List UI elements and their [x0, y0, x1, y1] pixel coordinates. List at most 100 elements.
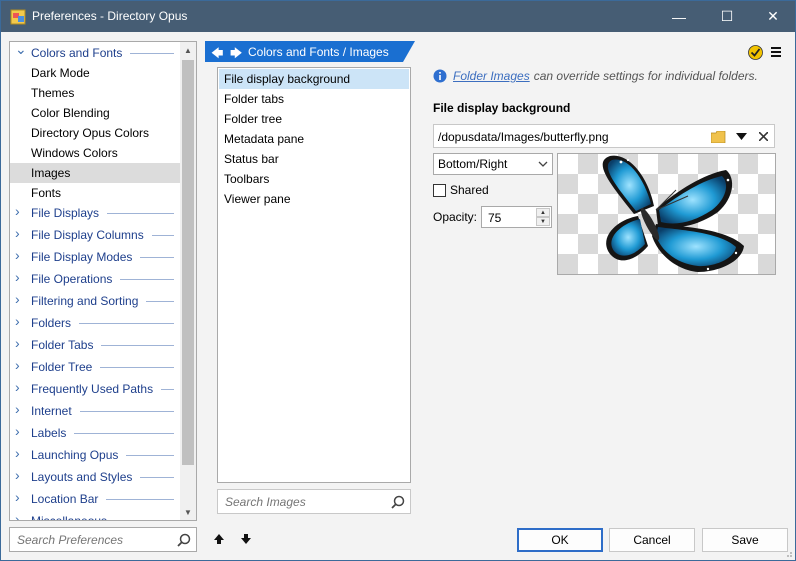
opacity-value[interactable]: 75	[488, 211, 501, 225]
sidebar-item-folder-tree[interactable]: › Folder Tree	[10, 357, 180, 377]
sidebar-item-label: Color Blending	[31, 106, 110, 120]
breadcrumb-path: Colors and Fonts / Images	[248, 45, 389, 59]
sidebar-item-file-displays[interactable]: › File Displays	[10, 203, 180, 223]
folder-images-link[interactable]: Folder Images	[453, 69, 530, 83]
sidebar-item-file-display-columns[interactable]: › File Display Columns	[10, 225, 180, 245]
hamburger-menu-icon[interactable]	[771, 47, 781, 57]
browse-folder-icon[interactable]	[709, 128, 727, 145]
search-preferences-field[interactable]	[9, 527, 197, 552]
chevron-down-icon[interactable]: ⌄	[15, 42, 27, 56]
cancel-button[interactable]: Cancel	[609, 528, 695, 552]
search-preferences-input[interactable]	[17, 532, 167, 548]
list-item[interactable]: Toolbars	[219, 169, 409, 189]
chevron-right-icon[interactable]: ›	[15, 226, 27, 240]
list-item[interactable]: File display background	[219, 69, 409, 89]
close-button[interactable]: ✕	[750, 1, 796, 32]
sidebar-item-file-operations[interactable]: › File Operations	[10, 269, 180, 289]
search-images-input[interactable]	[225, 494, 375, 510]
chevron-right-icon[interactable]: ›	[15, 204, 27, 218]
list-item[interactable]: Status bar	[219, 149, 409, 169]
list-item[interactable]: Folder tabs	[219, 89, 409, 109]
tree-separator-line	[101, 345, 174, 346]
chevron-right-icon[interactable]: ›	[15, 424, 27, 438]
chevron-right-icon[interactable]: ›	[15, 248, 27, 262]
scroll-thumb[interactable]	[182, 60, 194, 465]
tree-separator-line	[107, 213, 174, 214]
app-icon	[10, 9, 26, 25]
sidebar-item-file-display-modes[interactable]: › File Display Modes	[10, 247, 180, 267]
dropdown-arrow-icon[interactable]	[732, 128, 750, 145]
move-up-icon[interactable]	[212, 532, 226, 546]
sidebar-item-folder-tabs[interactable]: › Folder Tabs	[10, 335, 180, 355]
sidebar-item-dark-mode[interactable]: Dark Mode	[10, 63, 180, 83]
section-title: File display background	[433, 101, 571, 115]
sidebar-item-labels[interactable]: › Labels	[10, 423, 180, 443]
resize-grip-icon[interactable]	[783, 548, 793, 558]
scroll-down-arrow[interactable]: ▼	[180, 504, 196, 520]
sidebar-item-label: Labels	[31, 426, 67, 440]
sidebar-item-label: Folder Tree	[31, 360, 93, 374]
sidebar-item-color-blending[interactable]: Color Blending	[10, 103, 180, 123]
sidebar-item-label: File Displays	[31, 206, 100, 220]
sidebar-item-label: Location Bar	[31, 492, 99, 506]
sidebar-item-images[interactable]: Images	[10, 163, 180, 183]
preferences-tree: ⌄ Colors and Fonts Dark Mode Themes Color Bl…	[9, 41, 197, 521]
sidebar-item-label: Folder Tabs	[31, 338, 94, 352]
clear-icon[interactable]	[754, 128, 772, 145]
sidebar-item-directory-opus-colors[interactable]: Directory Opus Colors	[10, 123, 180, 143]
sidebar-item-themes[interactable]: Themes	[10, 83, 180, 103]
sidebar-item-colors-and-fonts[interactable]: ⌄ Colors and Fonts	[10, 42, 180, 63]
sidebar-item-filtering-and-sorting[interactable]: › Filtering and Sorting	[10, 291, 180, 311]
opacity-spinner[interactable]: 75 ▲ ▼	[481, 206, 552, 228]
chevron-right-icon[interactable]: ›	[15, 292, 27, 306]
spinner-up-button[interactable]: ▲	[536, 208, 550, 217]
position-select[interactable]: Bottom/Right	[433, 153, 553, 175]
sidebar-item-windows-colors[interactable]: Windows Colors	[10, 143, 180, 163]
sidebar-item-layouts-and-styles[interactable]: › Layouts and Styles	[10, 467, 180, 487]
chevron-right-icon[interactable]: ›	[15, 490, 27, 504]
chevron-right-icon[interactable]: ›	[15, 314, 27, 328]
sidebar-item-label: Windows Colors	[31, 146, 118, 160]
move-down-icon[interactable]	[239, 532, 253, 546]
shared-option[interactable]: Shared	[433, 183, 489, 197]
forward-arrow-icon[interactable]: 🡆	[230, 44, 242, 65]
tree-scrollbar[interactable]: ▲ ▼	[180, 42, 196, 520]
tree-separator-line	[140, 477, 174, 478]
search-icon[interactable]	[391, 495, 405, 509]
chevron-right-icon[interactable]: ›	[15, 380, 27, 394]
minimize-button[interactable]: —	[656, 1, 702, 32]
chevron-right-icon[interactable]: ›	[15, 446, 27, 460]
image-path-input[interactable]	[438, 129, 708, 145]
tree-separator-line	[74, 433, 174, 434]
tree-separator-line	[130, 53, 174, 54]
list-item[interactable]: Folder tree	[219, 109, 409, 129]
sidebar-item-miscellaneous[interactable]: › Miscellaneous	[10, 511, 180, 520]
sidebar-item-launching-opus[interactable]: › Launching Opus	[10, 445, 180, 465]
chevron-right-icon[interactable]: ›	[15, 270, 27, 284]
shared-checkbox[interactable]	[433, 183, 446, 197]
list-item[interactable]: Viewer pane	[219, 189, 409, 209]
sidebar-item-location-bar[interactable]: › Location Bar	[10, 489, 180, 509]
title-bar[interactable]: Preferences - Directory Opus — ☐ ✕	[1, 1, 795, 32]
chevron-right-icon[interactable]: ›	[15, 468, 27, 482]
maximize-button[interactable]: ☐	[704, 1, 750, 32]
chevron-right-icon[interactable]: ›	[15, 512, 27, 520]
spinner-down-button[interactable]: ▼	[536, 217, 550, 226]
check-badge-icon[interactable]	[748, 45, 763, 60]
save-button[interactable]: Save	[702, 528, 788, 552]
back-arrow-icon[interactable]: 🡄	[211, 44, 223, 65]
images-category-list: File display background Folder tabs Folder…	[217, 67, 411, 483]
ok-button[interactable]: OK	[517, 528, 603, 552]
search-images-field[interactable]	[217, 489, 411, 514]
chevron-right-icon[interactable]: ›	[15, 402, 27, 416]
sidebar-item-frequently-used-paths[interactable]: › Frequently Used Paths	[10, 379, 180, 399]
search-icon[interactable]	[177, 533, 191, 547]
scroll-up-arrow[interactable]: ▲	[180, 42, 196, 58]
sidebar-item-internet[interactable]: › Internet	[10, 401, 180, 421]
sidebar-item-folders[interactable]: › Folders	[10, 313, 180, 333]
list-item[interactable]: Metadata pane	[219, 129, 409, 149]
image-path-field[interactable]	[433, 124, 775, 148]
chevron-right-icon[interactable]: ›	[15, 336, 27, 350]
chevron-right-icon[interactable]: ›	[15, 358, 27, 372]
sidebar-item-fonts[interactable]: Fonts	[10, 183, 180, 203]
